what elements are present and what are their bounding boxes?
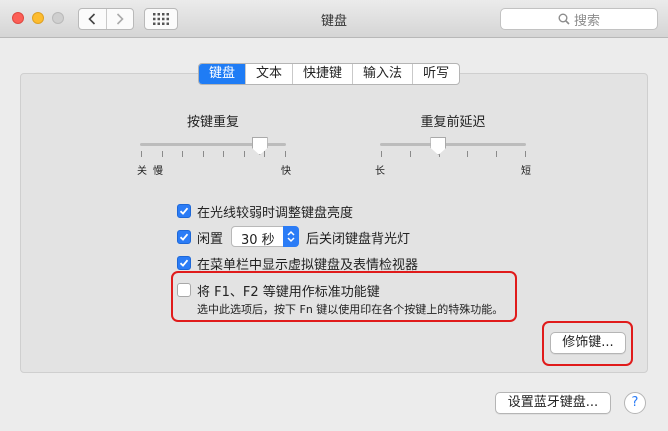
slider-tick	[223, 151, 225, 157]
key-repeat-label-fast: 快	[281, 166, 291, 177]
slider-tick	[182, 151, 184, 157]
title-bar: 键盘 搜索	[0, 0, 668, 38]
tab-keyboard[interactable]: 键盘	[199, 64, 246, 84]
modifier-keys-button[interactable]: 修饰键...	[550, 332, 626, 354]
slider-tick	[264, 151, 266, 157]
adjust-brightness-label: 在光线较弱时调整键盘亮度	[197, 206, 354, 221]
slider-tick	[525, 151, 526, 157]
search-placeholder: 搜索	[573, 13, 600, 29]
tab-shortcuts[interactable]: 快捷键	[292, 64, 352, 84]
slider-tick	[496, 151, 498, 157]
search-field[interactable]: 搜索	[500, 8, 658, 30]
tab-dictation[interactable]: 听写	[412, 64, 459, 84]
slider-tick	[409, 151, 411, 157]
idle-duration-value: 30 秒	[241, 233, 275, 248]
slider-tick	[381, 151, 382, 157]
key-repeat-label-slow: 慢	[153, 166, 163, 177]
repeat-delay-label-long: 长	[375, 166, 385, 177]
repeat-delay-label-short: 短	[521, 166, 531, 177]
tab-input-sources[interactable]: 输入法	[352, 64, 412, 84]
repeat-delay-title: 重复前延迟	[420, 115, 486, 130]
setup-bluetooth-keyboard-button[interactable]: 设置蓝牙键盘...	[495, 392, 611, 414]
backlight-idle-checkbox[interactable]	[177, 230, 191, 244]
fn-keys-description: 选中此选项后，按下 Fn 键以使用印在各个按键上的特殊功能。	[197, 303, 504, 316]
checkmark-icon	[179, 259, 189, 267]
slider-tick	[467, 151, 469, 157]
help-button[interactable]: ?	[624, 392, 646, 414]
slider-tick	[141, 151, 142, 157]
key-repeat-title: 按键重复	[186, 115, 239, 130]
show-keyboard-viewer-checkbox[interactable]	[177, 256, 191, 270]
tab-bar: 键盘 文本 快捷键 输入法 听写	[198, 63, 461, 85]
slider-tick	[285, 151, 286, 157]
backlight-idle-suffix: 后关闭键盘背光灯	[306, 232, 411, 247]
backlight-idle-label: 闲置	[197, 232, 224, 247]
adjust-brightness-checkbox[interactable]	[177, 204, 191, 218]
checkmark-icon	[179, 207, 189, 215]
key-repeat-label-off: 关	[137, 166, 147, 177]
tab-text[interactable]: 文本	[245, 64, 292, 84]
slider-tick	[161, 151, 163, 157]
updown-arrows-icon	[283, 226, 299, 247]
fn-keys-label: 将 F1、F2 等键用作标准功能键	[197, 285, 380, 300]
idle-duration-select[interactable]: 30 秒	[231, 226, 299, 248]
keyboard-preferences-window: 键盘 搜索 键盘 文本 快捷键 输入法 听写 按键重复 关 慢 快 重复前延迟 …	[0, 0, 668, 431]
fn-keys-checkbox[interactable]	[177, 283, 191, 297]
slider-tick	[243, 151, 245, 157]
slider-tick	[202, 151, 204, 157]
repeat-delay-track[interactable]	[380, 143, 526, 146]
checkmark-icon	[179, 233, 189, 241]
search-icon	[558, 13, 570, 25]
